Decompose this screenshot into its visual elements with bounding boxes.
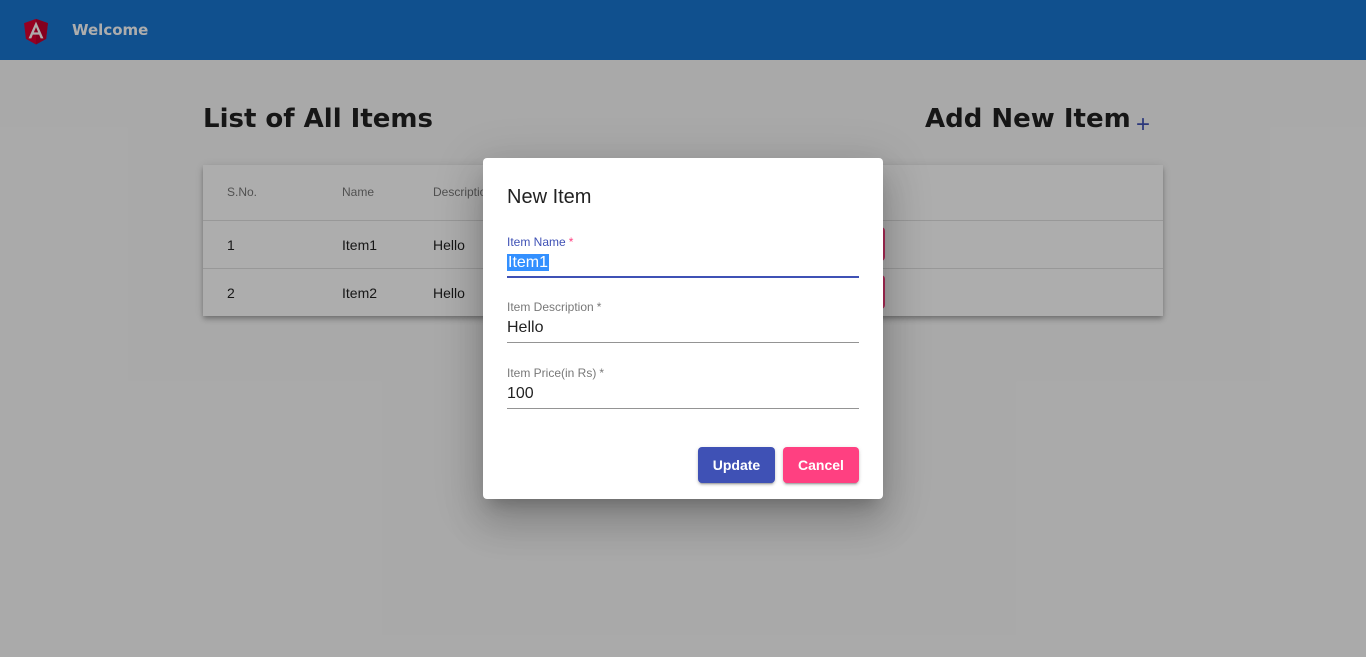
item-name-underline (507, 276, 859, 278)
item-price-underline (507, 408, 859, 409)
item-name-input[interactable]: Item1 (507, 253, 859, 273)
new-item-dialog: New Item Item Name * Item1 Item Descripti… (483, 158, 883, 499)
cancel-button[interactable]: Cancel (783, 447, 859, 483)
item-description-underline (507, 342, 859, 343)
item-price-input[interactable]: 100 (507, 384, 859, 404)
update-button[interactable]: Update (698, 447, 775, 483)
item-price-label: Item Price(in Rs) * (507, 366, 605, 380)
dialog-title: New Item (507, 186, 592, 208)
item-name-label: Item Name * (507, 235, 574, 249)
item-description-label: Item Description * (507, 300, 602, 314)
item-description-input[interactable]: Hello (507, 318, 859, 338)
